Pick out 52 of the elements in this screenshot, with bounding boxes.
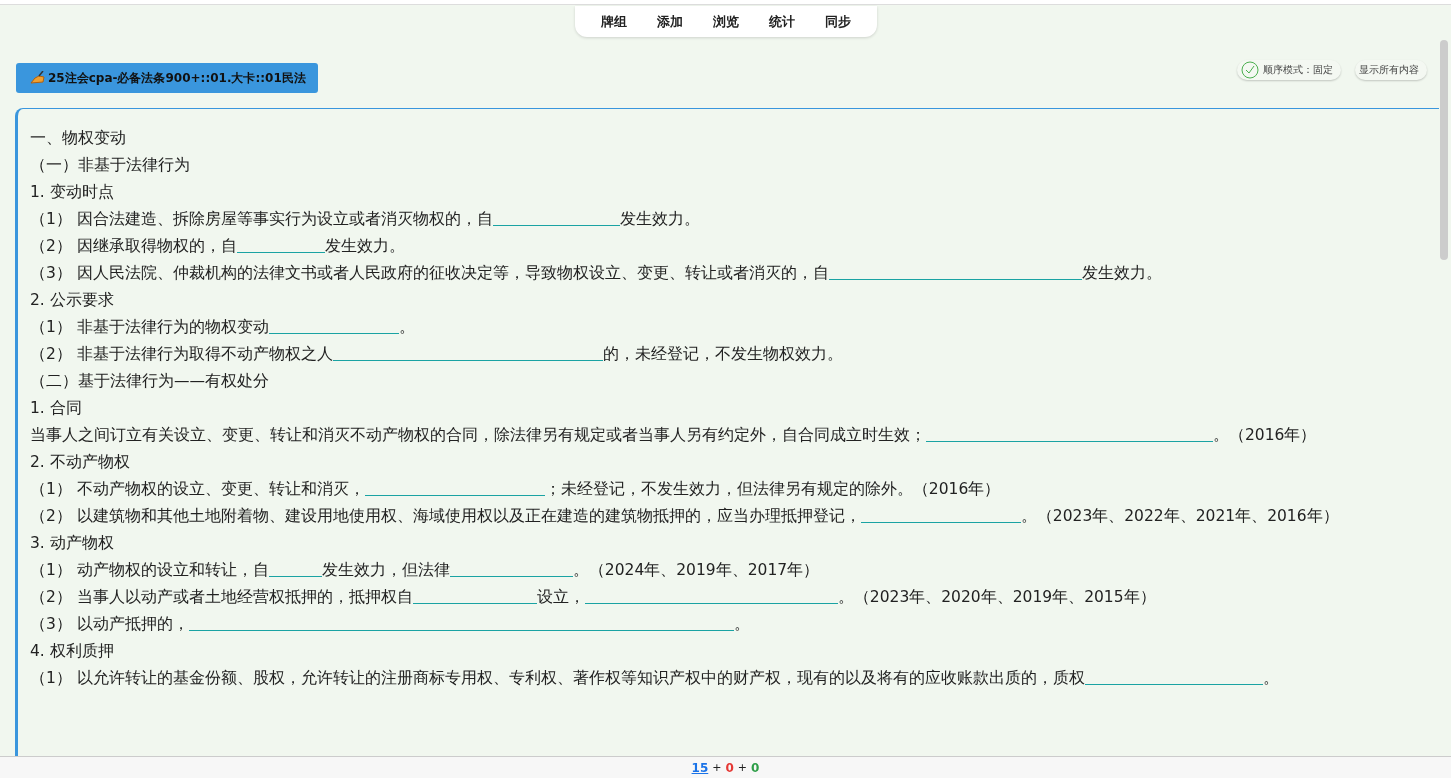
card-text: （1） 非基于法律行为的物权变动 xyxy=(30,318,269,336)
plus-sign: + xyxy=(712,761,722,774)
check-circle-icon xyxy=(1241,61,1259,79)
card-text: 。（2016年） xyxy=(1213,426,1317,444)
card-text: 。（2024年、2019年、2017年） xyxy=(572,561,820,579)
card-text: 2. 公示要求 xyxy=(30,291,114,309)
scrollbar-thumb[interactable] xyxy=(1440,40,1448,260)
card-text: （1） 动产物权的设立和转让，自 xyxy=(30,561,269,579)
card-text: 。（2023年、2020年、2019年、2015年） xyxy=(837,588,1156,606)
nav-tab[interactable]: 添加 xyxy=(644,12,695,31)
card-text: 。 xyxy=(733,615,750,633)
plus-sign: + xyxy=(737,761,748,774)
show-all-button[interactable]: 显示所有内容 xyxy=(1355,60,1427,80)
card-text: 4. 权利质押 xyxy=(30,642,114,660)
card-text: （3） 以动产抵押的， xyxy=(30,615,189,633)
card-text: （1） 因合法建造、拆除房屋等事实行为设立或者消灭物权的，自 xyxy=(30,210,493,228)
card-text: 1. 合同 xyxy=(30,399,82,417)
card-text: 。（2023年、2022年、2021年、2016年） xyxy=(1020,507,1339,525)
card-text: （1） 不动产物权的设立、变更、转让和消灭， xyxy=(30,480,365,498)
card-text: （一）非基于法律行为 xyxy=(30,156,190,174)
card-count: 0 xyxy=(751,760,760,775)
card-text: 2. 不动产物权 xyxy=(30,453,130,471)
card-text: 一、物权变动 xyxy=(30,129,126,147)
card-text: 发生效力。 xyxy=(1081,264,1162,282)
card-text: 设立， xyxy=(536,588,585,606)
card-text: 1. 变动时点 xyxy=(30,183,114,201)
card-text: 当事人之间订立有关设立、变更、转让和消灭不动产物权的合同，除法律另有规定或者当事人另有约定外，自合同成立时生效； xyxy=(30,426,926,444)
deck-title: 25注会cpa-必备法条900+::01.大卡::01民法 xyxy=(48,69,306,87)
card-text: （2） 因继承取得物权的，自 xyxy=(30,237,237,255)
card-text: 发生效力。 xyxy=(324,237,405,255)
card-text: 发生效力。 xyxy=(619,210,700,228)
nav-tab[interactable]: 统计 xyxy=(756,12,807,31)
nav-tab[interactable]: 同步 xyxy=(812,12,863,31)
card-text: ；未经登记，不发生效力，但法律另有规定的除外。（2016年） xyxy=(544,480,1001,498)
card-text: （3） 因人民法院、仲裁机构的法律文书或者人民政府的征收决定等，导致物权设立、变更、转让或者消灭的，自 xyxy=(30,264,829,282)
card-text: 的，未经登记，不发生物权效力。 xyxy=(602,345,843,363)
writing-hand-icon xyxy=(30,71,46,85)
card-text: （2） 非基于法律行为取得不动产物权之人 xyxy=(30,345,333,363)
nav-tab[interactable]: 浏览 xyxy=(700,12,751,31)
card-text: 发生效力，但法律 xyxy=(321,561,450,579)
card-count[interactable]: 15 xyxy=(691,760,709,775)
card-text: （二）基于法律行为——有权处分 xyxy=(30,372,269,390)
card-text: （2） 当事人以动产或者土地经营权抵押的，抵押权自 xyxy=(30,588,413,606)
card-text: （1） 以允许转让的基金份额、股权，允许转让的注册商标专用权、专利权、著作权等知识产权中的财产权，现有的以及将有的应收账款出质的，质权 xyxy=(30,669,1085,687)
card-text: 。 xyxy=(1262,669,1279,687)
deck-title-button[interactable]: 25注会cpa-必备法条900+::01.大卡::01民法 xyxy=(16,63,318,93)
card-text: （2） 以建筑物和其他土地附着物、建设用地使用权、海域使用权以及正在建造的建筑物抵押的，应当办理抵押登记， xyxy=(30,507,861,525)
card-text: 。 xyxy=(398,318,415,336)
order-mode-button[interactable]: 顺序模式：固定 xyxy=(1237,60,1341,80)
card-count: 0 xyxy=(725,760,734,775)
card-text: 3. 动产物权 xyxy=(30,534,114,552)
nav-tab[interactable]: 牌组 xyxy=(588,12,639,31)
